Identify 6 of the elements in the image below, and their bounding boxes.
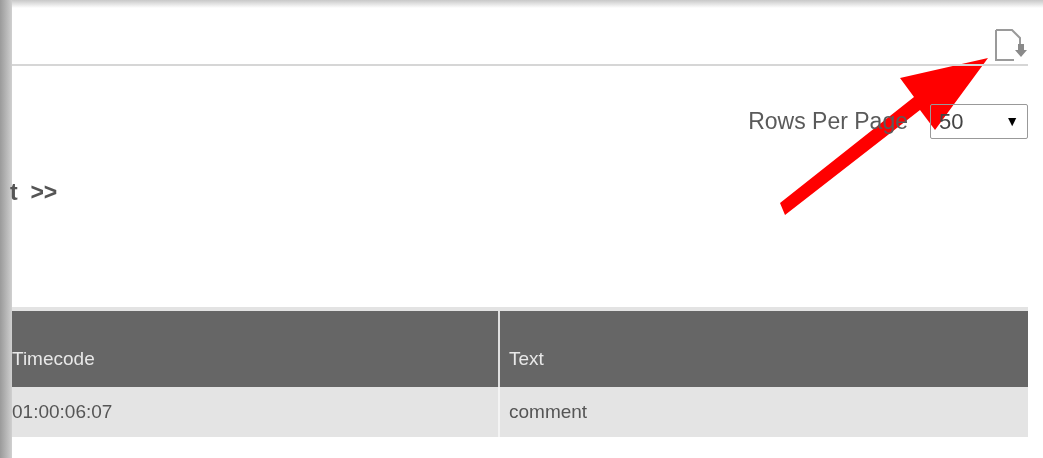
export-icon[interactable]: [994, 28, 1028, 62]
column-header: Text: [508, 346, 545, 371]
table-cell: 01:00:06:07: [12, 387, 500, 437]
next-page-link[interactable]: t >>: [10, 174, 58, 210]
table-cell-text: comment: [508, 399, 589, 424]
rows-per-page-select[interactable]: 50 ▼: [930, 104, 1028, 139]
